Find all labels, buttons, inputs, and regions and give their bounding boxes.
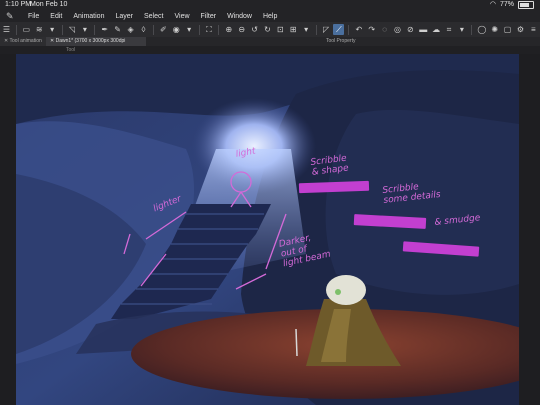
wifi-icon: ◠ <box>489 1 496 8</box>
drawing-canvas[interactable]: Scribble & shape Scribble some details &… <box>16 54 519 405</box>
menu-view[interactable]: View <box>174 13 189 20</box>
crop-icon[interactable]: ⌗ <box>444 24 455 35</box>
toolbar-divider <box>61 24 63 35</box>
menu-animation[interactable]: Animation <box>73 13 104 20</box>
undo-icon[interactable]: ↶ <box>353 24 364 35</box>
menu-help[interactable]: Help <box>263 13 277 20</box>
redo-icon[interactable]: ↷ <box>366 24 377 35</box>
chevron-down-icon[interactable]: ▾ <box>47 24 58 35</box>
menu-edit[interactable]: Edit <box>50 13 62 20</box>
status-time: 1:10 PM <box>5 1 32 8</box>
tab-tool-panel-label: Tool animation <box>9 38 42 44</box>
right-panel <box>519 54 540 405</box>
tab-document[interactable]: ✕ Dawn1* (3700 x 3000px 300dpi 54.2%) <box>46 37 146 53</box>
close-icon[interactable]: ✕ <box>50 38 54 44</box>
menu-select[interactable]: Select <box>144 13 163 20</box>
toolbar-divider <box>218 24 220 35</box>
brush-icon[interactable]: ✎ <box>112 24 123 35</box>
close-icon[interactable]: ✕ <box>4 38 8 44</box>
toolbar-divider <box>94 24 96 35</box>
fit-icon[interactable]: ⊡ <box>275 24 286 35</box>
transform-icon[interactable]: ⛶ <box>204 24 215 35</box>
zoom-out-icon[interactable]: ⊖ <box>236 24 247 35</box>
status-date: Mon Feb 10 <box>30 1 68 8</box>
status-right: ◠ 77% <box>490 0 534 10</box>
command-toolbar: ☰ ▭ ≋ ▾ ◹ ▾ ✒ ✎ ◈ ◊ ✐ ◉ ▾ ⛶ ⊕ ⊖ ↺ ↻ ⊡ ⊞ … <box>0 22 540 38</box>
menu-file[interactable]: File <box>28 13 39 20</box>
lasso-icon[interactable]: ◌ <box>379 24 390 35</box>
menu-window[interactable]: Window <box>227 13 252 20</box>
battery-percent: 77% <box>499 1 514 8</box>
chevron-down-icon[interactable]: ▾ <box>456 24 467 35</box>
tab-tool-property-label: Tool Property <box>326 38 356 44</box>
layers-icon[interactable]: ≋ <box>34 24 45 35</box>
fill-icon[interactable]: ◈ <box>125 24 136 35</box>
sun-icon[interactable]: ✺ <box>489 24 500 35</box>
menu-filter[interactable]: Filter <box>201 13 217 20</box>
folder-icon[interactable]: ▬ <box>418 24 429 35</box>
pen-icon[interactable]: ✒ <box>99 24 110 35</box>
toolbar-divider <box>348 24 350 35</box>
chevron-down-icon[interactable]: ▾ <box>301 24 312 35</box>
eraser-icon[interactable]: ◊ <box>138 24 149 35</box>
rotate-right-icon[interactable]: ↻ <box>262 24 273 35</box>
ruler-icon[interactable]: ◸ <box>321 24 332 35</box>
toolbar-divider <box>15 24 17 35</box>
display-icon[interactable]: ▢ <box>502 24 513 35</box>
cave-rock-right-mid <box>325 109 519 295</box>
grid-icon[interactable]: ⊞ <box>288 24 299 35</box>
brush-size-icon[interactable]: ◉ <box>171 24 182 35</box>
clear-icon[interactable]: ⊘ <box>405 24 416 35</box>
status-bar: 1:10 PM Mon Feb 10 ◠ 77% <box>0 0 540 10</box>
menu-bar: ✎ File Edit Animation Layer Select View … <box>0 10 540 22</box>
select-icon[interactable]: ◎ <box>392 24 403 35</box>
stabilizer-icon[interactable]: ⟋ <box>333 24 345 35</box>
rotate-left-icon[interactable]: ↺ <box>249 24 260 35</box>
small-stick <box>295 328 298 357</box>
gear-icon[interactable]: ⚙ <box>515 24 526 35</box>
hamburger-menu-icon[interactable]: ☰ <box>1 24 12 35</box>
cloud-icon[interactable]: ☁ <box>431 24 442 35</box>
zoom-in-icon[interactable]: ⊕ <box>223 24 234 35</box>
chevron-down-icon[interactable]: ▾ <box>79 24 90 35</box>
pencil-icon[interactable]: ✐ <box>158 24 169 35</box>
toolbar-divider <box>315 24 317 35</box>
vector-icon[interactable]: ◹ <box>67 24 78 35</box>
layers-stack-icon[interactable]: ≡ <box>528 24 539 35</box>
circle-ring-icon[interactable]: ◯ <box>476 24 487 35</box>
menu-layer[interactable]: Layer <box>115 13 133 20</box>
app-icon[interactable]: ✎ <box>6 11 20 22</box>
tab-tool-property[interactable]: Tool Property <box>322 37 390 46</box>
battery-icon <box>518 1 534 9</box>
sub-panel-row: Tool <box>0 46 540 54</box>
panel-tab-row: ✕ Tool animation ✕ Dawn1* (3700 x 3000px… <box>0 37 540 53</box>
sub-panel-tool-label: Tool <box>66 47 76 53</box>
chevron-down-icon[interactable]: ▾ <box>184 24 195 35</box>
left-sidebar <box>0 54 16 405</box>
toolbar-divider <box>471 24 473 35</box>
tab-tool-panel[interactable]: ✕ Tool animation <box>0 37 50 46</box>
toolbar-divider <box>152 24 154 35</box>
toolbar-divider <box>198 24 200 35</box>
new-icon[interactable]: ▭ <box>21 24 32 35</box>
painting <box>16 54 519 405</box>
